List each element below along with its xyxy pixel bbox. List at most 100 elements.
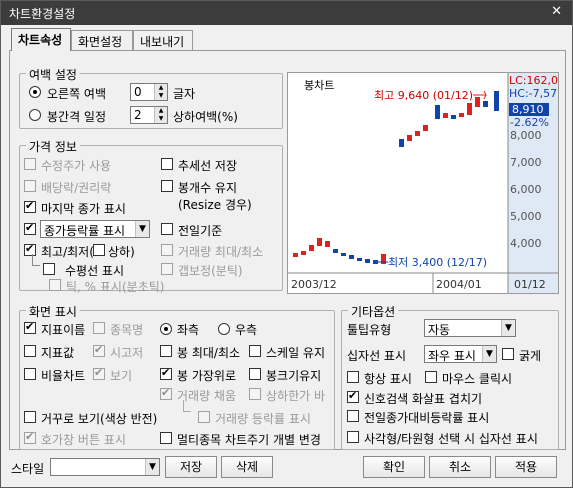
dividend-checkbox[interactable] bbox=[24, 180, 36, 192]
chevron-down-icon[interactable]: ▼ bbox=[501, 320, 515, 336]
last-close-checkbox[interactable] bbox=[24, 199, 36, 213]
hc-label: HC:-7,57 bbox=[509, 87, 558, 100]
limit-bar-checkbox[interactable] bbox=[249, 388, 261, 400]
candle bbox=[333, 249, 338, 253]
style-label: 스타일 bbox=[11, 462, 45, 476]
tab-export[interactable]: 내보내기 bbox=[133, 30, 193, 50]
left-radio[interactable] bbox=[160, 323, 172, 335]
stock-name-checkbox[interactable] bbox=[93, 322, 105, 334]
change-display-checkbox[interactable] bbox=[24, 221, 36, 235]
bar-on-top-checkbox[interactable] bbox=[160, 366, 172, 380]
spin-down-icon[interactable]: ▼ bbox=[154, 92, 167, 100]
volume-fill-checkbox[interactable] bbox=[160, 386, 172, 400]
candle bbox=[293, 253, 298, 257]
invert-view-checkbox[interactable] bbox=[24, 411, 36, 423]
shape-crosshair-checkbox[interactable] bbox=[347, 431, 359, 443]
chevron-down-icon[interactable]: ▼ bbox=[482, 346, 496, 362]
candle bbox=[357, 258, 362, 261]
hline-checkbox[interactable] bbox=[43, 263, 55, 275]
signal-arrow-label: 신호검색 화살표 겹치기 bbox=[364, 392, 483, 406]
title-bar: 차트환경설정 ✕ bbox=[1, 1, 572, 25]
right-margin-value: 0 bbox=[134, 85, 142, 99]
candle bbox=[475, 97, 480, 107]
close-icon[interactable]: ✕ bbox=[551, 4, 562, 19]
keep-bar-size-checkbox[interactable] bbox=[249, 368, 261, 380]
change-display-dropdown[interactable]: 종가등락률 표시 ▼ bbox=[40, 220, 150, 238]
candle bbox=[459, 113, 464, 117]
volume-change-checkbox[interactable] bbox=[198, 411, 210, 423]
window-title: 차트환경설정 bbox=[9, 7, 76, 21]
signal-arrow-checkbox[interactable] bbox=[347, 389, 359, 403]
y-tick: 8,000 bbox=[510, 129, 542, 142]
bar-max-min-checkbox[interactable] bbox=[160, 345, 172, 357]
vertical-margin-spinner[interactable]: 2 ▲ ▼ bbox=[130, 106, 168, 124]
mouse-click-label: 마우스 클릭시 bbox=[442, 372, 513, 386]
view-checkbox[interactable] bbox=[93, 366, 105, 380]
left-label: 좌측 bbox=[177, 323, 200, 337]
style-dropdown[interactable]: ▼ bbox=[50, 458, 160, 476]
indicator-value-checkbox[interactable] bbox=[24, 345, 36, 357]
save-button[interactable]: 저장 bbox=[165, 456, 217, 478]
quote-button-checkbox[interactable] bbox=[24, 430, 36, 444]
tick-percent-checkbox[interactable] bbox=[49, 279, 61, 291]
right-label: 우측 bbox=[235, 323, 258, 337]
tab-screen-settings[interactable]: 화면설정 bbox=[71, 30, 133, 50]
keep-bar-count-checkbox[interactable] bbox=[161, 180, 173, 192]
right-radio[interactable] bbox=[218, 323, 230, 335]
keep-scale-label: 스케일 유지 bbox=[266, 346, 326, 360]
always-show-checkbox[interactable] bbox=[347, 371, 359, 383]
delete-button[interactable]: 삭제 bbox=[221, 456, 273, 478]
prev-day-base-label: 전일기준 bbox=[178, 224, 223, 238]
multi-period-checkbox[interactable] bbox=[160, 432, 172, 444]
chevron-down-icon[interactable]: ▼ bbox=[145, 459, 159, 475]
hline-label: 수평선 표시 bbox=[65, 264, 125, 278]
ohl-label: 시고저 bbox=[110, 346, 144, 360]
interval-radio[interactable] bbox=[29, 109, 41, 121]
prev-day-base-checkbox[interactable] bbox=[161, 223, 173, 235]
tick-percent-label: 틱, % 표시(분초틱) bbox=[66, 280, 165, 294]
spin-down-icon[interactable]: ▼ bbox=[154, 115, 167, 123]
spin-up-icon[interactable]: ▲ bbox=[154, 107, 167, 115]
right-margin-radio[interactable] bbox=[29, 86, 41, 98]
always-show-label: 항상 표시 bbox=[364, 372, 412, 386]
candle bbox=[443, 113, 448, 118]
candle bbox=[365, 259, 370, 263]
y-tick: 6,000 bbox=[510, 183, 542, 196]
candle bbox=[467, 103, 472, 115]
ohl-checkbox[interactable] bbox=[93, 343, 105, 357]
right-margin-spinner[interactable]: 0 ▲ ▼ bbox=[130, 83, 168, 101]
apply-button[interactable]: 적용 bbox=[495, 456, 557, 478]
tab-chart-props[interactable]: 차트속성 bbox=[11, 28, 71, 51]
spin-up-icon[interactable]: ▲ bbox=[154, 84, 167, 92]
candle bbox=[349, 255, 354, 259]
settings-window: 차트환경설정 ✕ 차트속성 화면설정 내보내기 여백 설정 오른쪽 여백 0 ▲… bbox=[0, 0, 573, 488]
tooltip-value: 자동 bbox=[428, 323, 451, 337]
low-label: 최저 3,400 (12/17) bbox=[388, 256, 488, 269]
adjusted-price-checkbox[interactable] bbox=[24, 158, 36, 170]
volume-max-min-checkbox[interactable] bbox=[161, 244, 173, 256]
gap-adjust-checkbox[interactable] bbox=[161, 263, 173, 275]
cancel-button[interactable]: 취소 bbox=[429, 456, 491, 478]
prev-close-rate-checkbox[interactable] bbox=[347, 410, 359, 422]
indicator-name-checkbox[interactable] bbox=[24, 320, 36, 334]
candle bbox=[407, 135, 412, 141]
tooltip-dropdown[interactable]: 자동 ▼ bbox=[424, 319, 516, 337]
cross-label: 십자선 표시 bbox=[347, 349, 407, 363]
mouse-click-checkbox[interactable] bbox=[425, 371, 437, 383]
etc-group-title: 기타옵션 bbox=[348, 303, 399, 320]
y-tick: 4,000 bbox=[510, 237, 542, 250]
ratio-chart-checkbox[interactable] bbox=[24, 368, 36, 380]
bold-checkbox[interactable] bbox=[502, 348, 514, 360]
lc-label: LC:162,06 bbox=[509, 74, 559, 87]
ok-button[interactable]: 확인 bbox=[363, 456, 425, 478]
chevron-down-icon[interactable]: ▼ bbox=[135, 221, 149, 237]
right-margin-label: 오른쪽 여백 bbox=[47, 87, 107, 101]
cross-dropdown[interactable]: 좌우 표시 ▼ bbox=[424, 345, 497, 363]
prev-close-rate-label: 전일종가대비등락률 표시 bbox=[364, 411, 490, 425]
high-low-updown-checkbox[interactable] bbox=[93, 244, 105, 256]
keep-scale-checkbox[interactable] bbox=[249, 345, 261, 357]
candle bbox=[451, 115, 456, 119]
bar-on-top-label: 봉 가장위로 bbox=[177, 369, 237, 383]
right-margin-unit: 글자 bbox=[173, 87, 196, 101]
save-trendline-checkbox[interactable] bbox=[161, 158, 173, 170]
